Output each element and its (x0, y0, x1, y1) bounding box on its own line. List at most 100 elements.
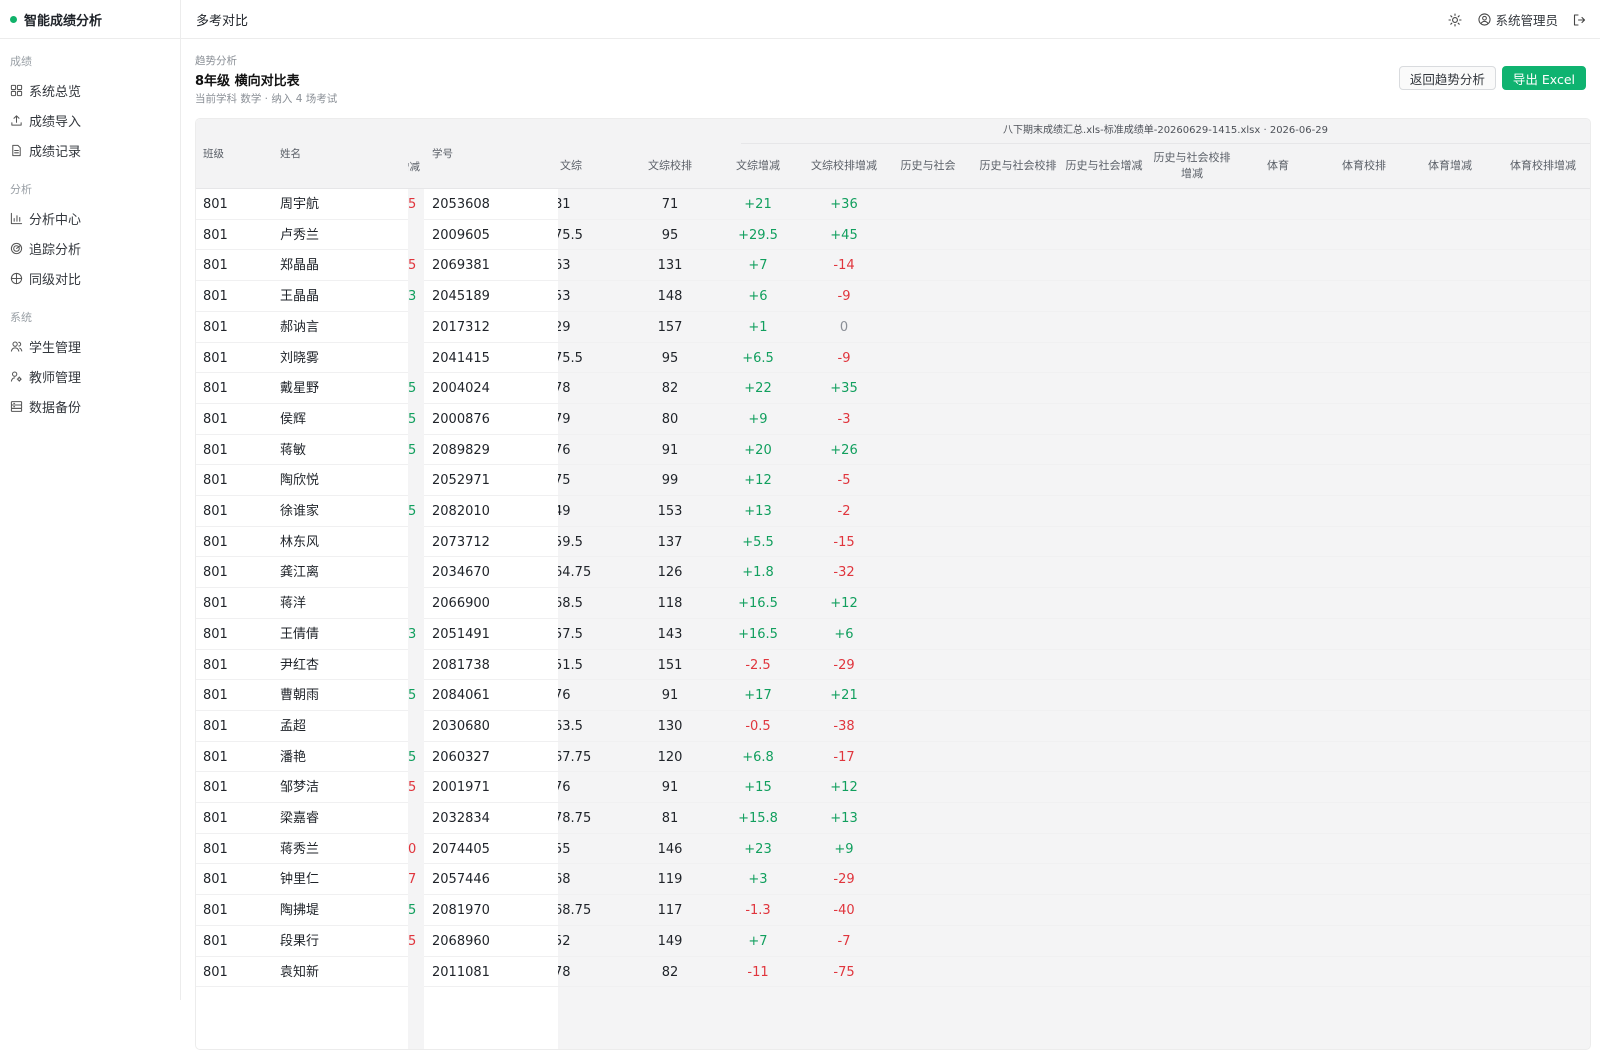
sidebar-item-1-2[interactable]: 教师管理 (0, 361, 180, 391)
partial-column-header: 增减 (408, 161, 420, 173)
cell-student-id: 2052971 (432, 473, 490, 489)
cell-name[interactable]: 陶欣悦 (280, 465, 319, 496)
column-header-7[interactable]: 历史与社会校排增减 (1149, 143, 1235, 188)
cell-wz-rank-delta: -38 (833, 718, 855, 734)
table-file-title: 八下期末成绩汇总.xls-标准成绩单-20260629-1415.xlsx · … (741, 119, 1590, 144)
cell-wz: 59.5 (554, 534, 583, 550)
sidebar-item-1-1[interactable]: 追踪分析 (0, 233, 180, 263)
sidebar-item-0-1[interactable]: 分析中心 (0, 203, 180, 233)
cell-name[interactable]: 刘晓雾 (280, 343, 319, 374)
column-header-11[interactable]: 体育校排增减 (1495, 143, 1590, 188)
sidebar-item-label: 同级对比 (29, 272, 82, 288)
cell-wz-rank-delta: -5 (837, 473, 851, 489)
sidebar-group-label: 分析 (10, 183, 32, 196)
cell-name[interactable]: 郑晶晶 (280, 250, 319, 281)
cell-class: 801 (203, 718, 228, 734)
column-header-9[interactable]: 体育校排 (1321, 143, 1407, 188)
row-divider (558, 433, 1590, 435)
column-header-5[interactable]: 历史与社会校排 (975, 143, 1061, 188)
cell-student-id: 2066900 (432, 596, 490, 612)
column-header-1[interactable]: 文综校排 (628, 143, 712, 188)
back-to-trend-button[interactable]: 返回趋势分析 (1398, 66, 1496, 90)
cell-name[interactable]: 王晶晶 (280, 281, 319, 312)
cell-wz-delta: +3 (748, 872, 768, 888)
logout-icon[interactable] (1572, 12, 1586, 26)
column-header-8[interactable]: 体育 (1236, 143, 1320, 188)
cell-student-id: 2074405 (432, 841, 490, 857)
column-header-6[interactable]: 历史与社会增减 (1061, 143, 1147, 188)
cell-class: 801 (203, 780, 228, 796)
cell-name[interactable]: 蒋敏 (280, 435, 306, 466)
cell-name[interactable]: 孟超 (280, 711, 306, 742)
cell-name[interactable]: 蒋秀兰 (280, 834, 319, 865)
cell-wz: 75.5 (554, 350, 583, 366)
cell-wz-rank: 95 (661, 350, 679, 366)
cell-name[interactable]: 邹梦洁 (280, 772, 319, 803)
sidebar-item-1-0[interactable]: 成绩导入 (0, 105, 180, 135)
cell-wz-rank: 157 (657, 319, 683, 335)
export-excel-button[interactable]: 导出 Excel (1501, 66, 1586, 90)
cell-wz-rank: 95 (661, 227, 679, 243)
cell-wz-delta: -1.3 (745, 903, 771, 919)
cell-wz-rank-delta: -40 (833, 903, 855, 919)
sidebar-item-2-0[interactable]: 成绩记录 (0, 135, 180, 165)
cell-name[interactable]: 王倩倩 (280, 619, 319, 650)
cell-partial: 5 (408, 411, 417, 427)
cell-partial: 5 (408, 258, 417, 274)
column-header-name[interactable]: 姓名 (280, 146, 301, 161)
cell-name[interactable]: 潘艳 (280, 742, 306, 773)
cell-name[interactable]: 郝讷言 (280, 312, 319, 343)
column-header-class[interactable]: 班级 (203, 146, 224, 161)
row-divider (558, 218, 1590, 220)
sidebar-item-label: 系统总览 (29, 84, 82, 100)
cell-name[interactable]: 蒋洋 (280, 588, 306, 619)
cell-name[interactable]: 卢秀兰 (280, 220, 319, 251)
row-divider (558, 525, 1590, 527)
column-header-3[interactable]: 文综校排增减 (801, 143, 887, 188)
cell-name[interactable]: 梁嘉睿 (280, 803, 319, 834)
cell-wz: 57.5 (554, 626, 583, 642)
cell-wz-delta: +1.8 (742, 565, 774, 581)
cell-name[interactable]: 林东风 (280, 527, 319, 558)
row-divider (558, 617, 1590, 619)
grid-icon (10, 84, 23, 96)
brand[interactable]: 智能成绩分析 (0, 0, 180, 39)
cell-wz-delta: +9 (748, 411, 768, 427)
column-header-2[interactable]: 文综增减 (716, 143, 800, 188)
breadcrumb[interactable]: 趋势分析 (195, 53, 237, 68)
cell-student-id: 2073712 (432, 534, 490, 550)
cell-name[interactable]: 戴星野 (280, 373, 319, 404)
cell-name[interactable]: 袁知新 (280, 957, 319, 988)
theme-toggle-sun-icon[interactable] (1448, 12, 1463, 27)
sidebar-item-0-2[interactable]: 学生管理 (0, 331, 180, 361)
sidebar-item-0-0[interactable]: 系统总览 (0, 75, 180, 105)
cell-student-id: 2011081 (432, 964, 490, 980)
cell-wz-delta: -11 (747, 964, 769, 980)
cell-name[interactable]: 侯辉 (280, 404, 306, 435)
cell-partial: 3 (408, 626, 417, 642)
cell-wz-rank-delta: -2 (837, 504, 851, 519)
sidebar-item-label: 分析中心 (29, 212, 82, 228)
cell-wz-rank-delta: +9 (834, 841, 854, 857)
cell-class: 801 (203, 872, 228, 888)
column-header-10[interactable]: 体育增减 (1408, 143, 1492, 188)
cell-name[interactable]: 徐谁家 (280, 496, 319, 527)
sidebar-item-2-1[interactable]: 同级对比 (0, 263, 180, 293)
cell-wz-delta: +6.8 (742, 749, 774, 765)
cell-name[interactable]: 尹红杏 (280, 650, 319, 681)
page-title: 8年级 横向对比表 (195, 74, 300, 89)
cell-name[interactable]: 龚江离 (280, 557, 319, 588)
user-menu[interactable]: 系统管理员 (1478, 10, 1558, 29)
cell-name[interactable]: 曹朝雨 (280, 680, 319, 711)
user-circle-icon (1478, 12, 1492, 26)
column-header-4[interactable]: 历史与社会 (886, 143, 970, 188)
cell-name[interactable]: 周宇航 (280, 189, 319, 220)
sidebar-item-2-2[interactable]: 数据备份 (0, 391, 180, 421)
cell-name[interactable]: 钟里仁 (280, 864, 319, 895)
cell-name[interactable]: 段果行 (280, 926, 319, 957)
column-header-id[interactable]: 学号 (432, 146, 453, 161)
teacher-icon (10, 371, 22, 382)
cell-name[interactable]: 陶拂堤 (280, 895, 319, 926)
cell-class: 801 (203, 319, 228, 335)
row-divider (558, 955, 1590, 957)
